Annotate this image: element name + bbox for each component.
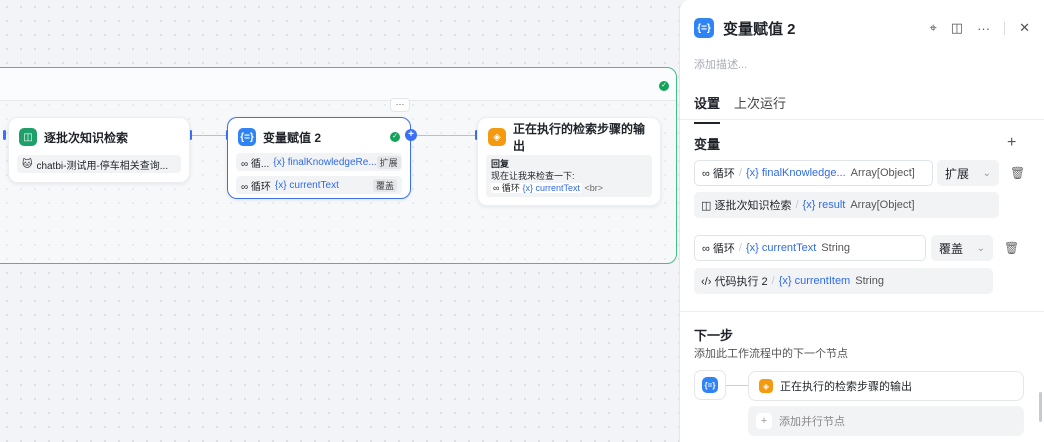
row-variable: {x} currentText — [274, 179, 339, 191]
answer-icon: ◈ — [759, 379, 773, 393]
target-variable-selector[interactable]: ∞ 循环 / {x} currentText String — [694, 235, 926, 261]
panel-scrollbar[interactable] — [1039, 392, 1042, 422]
row-mode-tag: 扩展 — [376, 155, 401, 169]
assign-row-2: ∞ 循环 {x} currentText 覆盖 — [236, 176, 402, 194]
var-source: ‹/› 代码执行 2 — [701, 276, 768, 288]
row-source: ∞ 循环 — [241, 181, 271, 193]
node-answer-output[interactable]: ◈ 正在执行的检索步骤的输出 回复 现在让我来检查一下: ∞ 循环 {x} cu… — [477, 117, 661, 206]
row-variable: {x} finalKnowledgeRe... — [273, 156, 377, 168]
add-parallel-node-button[interactable]: + 添加并行节点 — [748, 406, 1024, 436]
trash-icon[interactable]: 🗑 — [1010, 166, 1025, 180]
assign-row-1: ∞ 循... {x} finalKnowledgeRe... 扩展 — [236, 153, 402, 171]
variables-section-title: 变量 — [694, 137, 721, 152]
value-variable-selector[interactable]: ‹/› 代码执行 2/ {x} currentItem String — [694, 268, 993, 294]
edge-batch-to-assign — [191, 135, 227, 136]
description-input[interactable]: 添加描述... — [694, 56, 747, 72]
var-type: String — [855, 275, 884, 287]
panel-title[interactable]: 变量赋值 2 — [723, 18, 796, 39]
value-variable-selector[interactable]: ◫ 逐批次知识检索 / {x} result Array[Object] — [694, 192, 999, 218]
check-icon: ✓ — [390, 132, 400, 142]
mode-select[interactable]: 覆盖 ⌄ — [931, 235, 993, 261]
more-icon[interactable]: ··· — [977, 21, 990, 36]
header-separator — [1004, 21, 1006, 35]
assign-icon: {=} — [694, 18, 714, 38]
panel-header: {=} 变量赋值 2 ⌖ ◫ ··· ✕ — [694, 17, 1030, 39]
trash-icon[interactable]: 🗑 — [1004, 241, 1019, 255]
knowledge-base-row: 🐱 chatbi-测试用-停车相关查询... — [17, 155, 181, 173]
locate-icon[interactable]: ⌖ — [929, 20, 936, 36]
assign-icon: {=} — [238, 128, 256, 146]
var-name: {x} currentText — [745, 242, 817, 254]
reply-line: 现在让我来检查一下: — [491, 171, 575, 181]
var-name: {x} currentText — [522, 183, 580, 193]
node-title: 变量赋值 2 — [263, 130, 322, 145]
var-type: String — [821, 242, 851, 254]
var-source: ∞ 循环 — [702, 168, 735, 180]
chevron-down-icon: ⌄ — [982, 167, 991, 179]
section-divider — [680, 311, 1044, 312]
current-node-chip: {=} — [694, 370, 726, 400]
mode-select[interactable]: 扩展 ⌄ — [937, 160, 999, 186]
mode-value: 扩展 — [945, 166, 970, 181]
plus-icon: + — [756, 413, 772, 429]
next-step-title: 下一步 — [694, 328, 734, 343]
workflow-canvas[interactable]: ✓ ◫ 逐批次知识检索 🐱 chatbi-测试用-停车相关查询... {=} 变… — [0, 0, 680, 442]
row-mode-tag: 覆盖 — [372, 178, 397, 192]
node-title: 逐批次知识检索 — [44, 130, 129, 145]
mode-value: 覆盖 — [939, 241, 964, 256]
reply-variable-line: ∞ 循环 {x} currentText <br> — [491, 182, 647, 194]
add-variable-button[interactable]: + — [1007, 134, 1016, 152]
var-source: ∞ 循环 — [702, 243, 735, 255]
node-settings-panel: {=} 变量赋值 2 ⌖ ◫ ··· ✕ 添加描述... 设置 上次运行 变量 … — [679, 0, 1044, 442]
input-port[interactable] — [3, 130, 6, 140]
var-source: ∞ 循环 — [493, 183, 520, 193]
assign-icon: {=} — [702, 377, 718, 393]
row-source: ∞ 循... — [241, 158, 270, 170]
html-tag-text: <br> — [584, 183, 603, 193]
var-type: Array[Object] — [850, 167, 915, 179]
var-type: Array[Object] — [850, 199, 915, 211]
var-name: {x} result — [802, 199, 846, 211]
next-step-description: 添加此工作流程中的下一个节点 — [694, 348, 848, 360]
var-name: {x} finalKnowledge... — [745, 167, 846, 179]
var-source: ◫ 逐批次知识检索 — [701, 200, 792, 212]
reply-label: 回复 — [491, 159, 510, 169]
chevron-down-icon: ⌄ — [976, 242, 985, 254]
node-batch-knowledge-retrieval[interactable]: ◫ 逐批次知识检索 🐱 chatbi-测试用-停车相关查询... — [8, 117, 190, 183]
next-node-card[interactable]: ◈ 正在执行的检索步骤的输出 — [748, 371, 1024, 401]
tab-divider — [680, 119, 1044, 120]
answer-icon: ◈ — [488, 128, 506, 146]
target-variable-selector[interactable]: ∞ 循环 / {x} finalKnowledge... Array[Object… — [694, 160, 933, 186]
dataset-icon: 🐱 — [22, 158, 33, 170]
book-icon[interactable]: ◫ — [951, 20, 963, 36]
knowledge-icon: ◫ — [19, 128, 37, 146]
loop-success-icon: ✓ — [659, 81, 669, 91]
var-name: {x} currentItem — [778, 275, 851, 287]
node-title: 正在执行的检索步骤的输出 — [513, 122, 646, 153]
next-node-label: 正在执行的检索步骤的输出 — [780, 381, 912, 393]
loop-header — [0, 68, 676, 101]
close-icon[interactable]: ✕ — [1019, 20, 1030, 36]
answer-preview: 回复 现在让我来检查一下: ∞ 循环 {x} currentText <br> — [486, 155, 652, 197]
add-next-node-button[interactable]: + — [405, 129, 417, 141]
add-parallel-label: 添加并行节点 — [779, 416, 845, 428]
node-more-button[interactable]: ··· — [390, 98, 410, 112]
next-step-connector — [726, 385, 748, 386]
knowledge-base-label: chatbi-测试用-停车相关查询... — [36, 160, 169, 172]
node-variable-assign[interactable]: {=} 变量赋值 2 ✓ ∞ 循... {x} finalKnowledgeRe… — [227, 117, 411, 199]
edge-assign-to-output — [416, 135, 476, 136]
